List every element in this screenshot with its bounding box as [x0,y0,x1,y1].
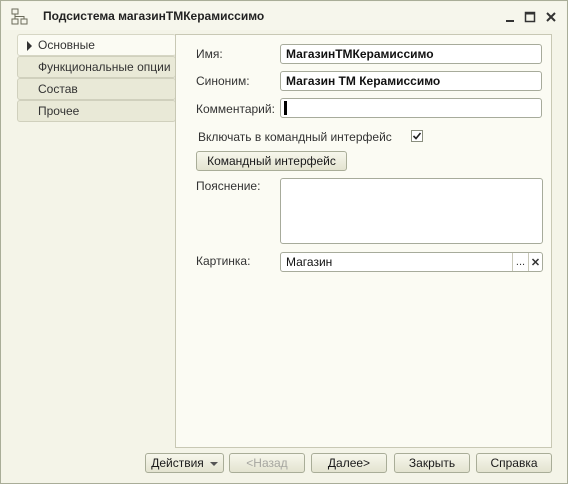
tab-list: Основные Функциональные опции Состав Про… [17,34,176,122]
comment-label: Комментарий: [196,102,275,116]
title-bar: Подсистема магазинТМКерамиссимо [2,2,566,30]
picture-value: Магазин [286,255,333,269]
tab-main[interactable]: Основные [17,34,176,56]
picture-field[interactable]: Магазин [280,252,543,272]
tab-label: Прочее [38,104,80,118]
subsystem-icon [11,8,29,26]
next-button[interactable]: Далее> [311,453,387,473]
help-button[interactable]: Справка [476,453,552,473]
select-picture-button[interactable]: ... [512,253,528,271]
include-command-interface-label: Включать в командный интерфейс [198,130,392,144]
tab-other[interactable]: Прочее [17,100,176,122]
subsystem-window: Подсистема магазинТМКерамиссимо Основные… [0,0,568,484]
explanation-label: Пояснение: [196,179,261,193]
triangle-right-icon [27,41,32,51]
close-icon[interactable] [543,9,559,25]
synonym-field[interactable]: Магазин ТМ Керамиссимо [280,71,542,91]
name-label: Имя: [196,47,223,61]
tab-label: Состав [38,82,78,96]
minimize-icon[interactable] [502,9,518,25]
actions-label: Действия [151,456,204,470]
include-command-interface-checkbox[interactable] [411,130,423,142]
synonym-label: Синоним: [196,74,250,88]
tab-label: Функциональные опции [38,60,171,74]
maximize-icon[interactable] [522,9,538,25]
comment-field[interactable] [280,98,542,118]
tab-composition[interactable]: Состав [17,78,176,100]
check-icon [412,132,422,140]
clear-picture-icon[interactable]: ✕ [528,253,542,271]
back-button[interactable]: <Назад [229,453,305,473]
actions-button[interactable]: Действия [145,453,224,473]
tab-functional-options[interactable]: Функциональные опции [17,56,176,78]
chevron-down-icon [209,461,218,466]
explanation-textarea[interactable] [280,178,543,244]
window-title: Подсистема магазинТМКерамиссимо [43,9,265,23]
picture-label: Картинка: [196,254,251,268]
tab-label: Основные [38,38,95,52]
name-field[interactable]: МагазинТМКерамиссимо [280,44,542,64]
command-interface-button[interactable]: Командный интерфейс [196,151,347,171]
main-panel: Имя: МагазинТМКерамиссимо Синоним: Магаз… [175,34,552,448]
text-cursor [284,101,287,115]
close-button[interactable]: Закрыть [394,453,470,473]
